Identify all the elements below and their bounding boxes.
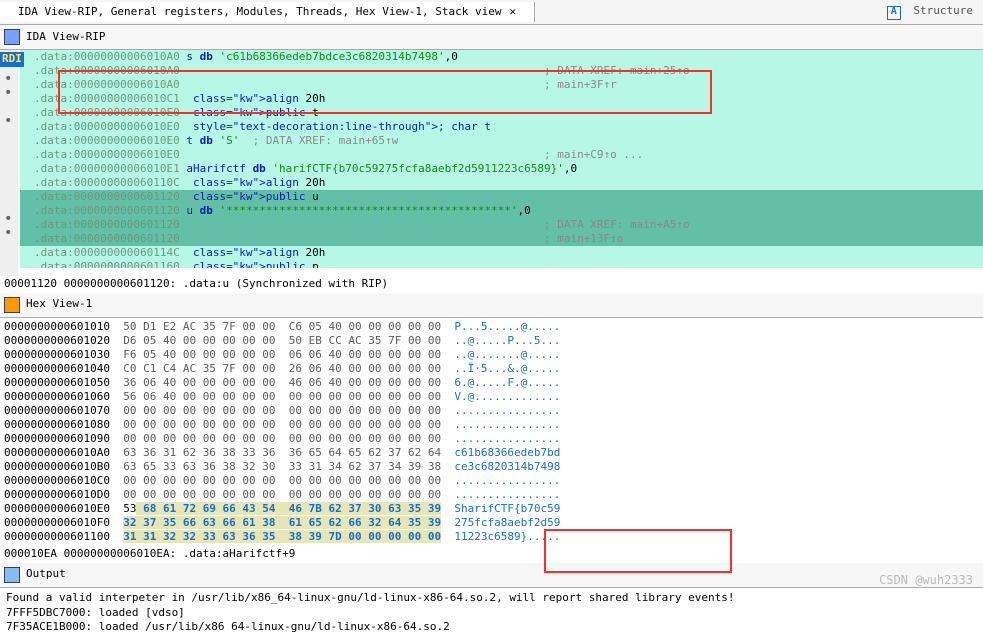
hex-row[interactable]: 0000000000601060 56 06 40 00 00 00 00 00… <box>4 390 979 404</box>
hex-row[interactable]: 00000000006010A0 63 36 31 62 36 38 33 36… <box>4 446 979 460</box>
ida-row[interactable]: .data:0000000000601120 class="kw">public… <box>20 190 983 204</box>
hex-row[interactable]: 0000000000601070 00 00 00 00 00 00 00 00… <box>4 404 979 418</box>
hex-row[interactable]: 00000000006010F0 32 37 35 66 63 66 61 38… <box>4 516 979 530</box>
tab-structures-label: Structure <box>913 4 973 17</box>
ida-row[interactable]: .data:00000000006010E0 class="kw">public… <box>20 106 983 120</box>
output-header: Output <box>0 563 983 588</box>
tab-structures[interactable]: A Structure <box>877 1 983 23</box>
ida-view-header: IDA View-RIP <box>0 25 983 50</box>
hex-view[interactable]: 0000000000601010 50 D1 E2 AC 35 7F 00 00… <box>0 318 983 546</box>
ida-row[interactable]: .data:00000000006010A0 ; DATA XREF: main… <box>20 64 983 78</box>
hexview-header: Hex View-1 <box>0 293 983 318</box>
ida-icon <box>4 29 20 45</box>
ida-row[interactable]: .data:00000000006010E0 style="text-decor… <box>20 120 983 134</box>
hex-row[interactable]: 00000000006010E0 53 68 61 72 69 66 43 54… <box>4 502 979 516</box>
ida-row[interactable]: .data:000000000060110C class="kw">align … <box>20 176 983 190</box>
ida-row[interactable]: .data:00000000006010A0 ; main+3F↑r <box>20 78 983 92</box>
side-markers: •••••• <box>4 72 10 276</box>
ida-view[interactable]: RDI •••••• .data:00000000006010A0 s db '… <box>0 50 983 276</box>
hex-row[interactable]: 0000000000601020 D6 05 40 00 00 00 00 00… <box>4 334 979 348</box>
structure-icon: A <box>887 6 901 20</box>
hex-row[interactable]: 0000000000601030 F6 05 40 00 00 00 00 00… <box>4 348 979 362</box>
ida-row[interactable]: .data:0000000000601120 u db '***********… <box>20 204 983 218</box>
hex-sync-line: 000010EA 00000000006010EA: .data:aHarifc… <box>0 546 983 563</box>
hex-row[interactable]: 0000000000601010 50 D1 E2 AC 35 7F 00 00… <box>4 320 979 334</box>
ida-row[interactable]: .data:00000000006010A0 s db 'c61b68366ed… <box>20 50 983 64</box>
ida-row[interactable]: .data:00000000006010E0 t db 'S' ; DATA X… <box>20 134 983 148</box>
output-icon <box>4 567 20 583</box>
hex-row[interactable]: 00000000006010D0 00 00 00 00 00 00 00 00… <box>4 488 979 502</box>
ida-row[interactable]: .data:0000000000601160 class="kw">public… <box>20 260 983 268</box>
tab-main[interactable]: IDA View-RIP, General registers, Modules… <box>0 2 535 23</box>
hex-row[interactable]: 0000000000601090 00 00 00 00 00 00 00 00… <box>4 432 979 446</box>
hexview-title: Hex View-1 <box>26 297 92 312</box>
hex-row[interactable]: 0000000000601040 C0 C1 C4 AC 35 7F 00 00… <box>4 362 979 376</box>
tab-main-label: IDA View-RIP, General registers, Modules… <box>18 5 501 20</box>
hex-row[interactable]: 00000000006010C0 00 00 00 00 00 00 00 00… <box>4 474 979 488</box>
ida-row[interactable]: .data:00000000006010E0 ; main+C9↑o ... <box>20 148 983 162</box>
hex-row[interactable]: 0000000000601100 31 31 32 32 33 63 36 35… <box>4 530 979 544</box>
output-title: Output <box>26 567 66 582</box>
watermark: CSDN @wuh2333 <box>879 572 973 588</box>
ida-lines[interactable]: .data:00000000006010A0 s db 'c61b68366ed… <box>20 50 983 268</box>
ida-view-title: IDA View-RIP <box>26 30 105 45</box>
ida-row[interactable]: .data:00000000006010C1 class="kw">align … <box>20 92 983 106</box>
ida-row[interactable]: .data:0000000000601120 ; main+13F↑o <box>20 232 983 246</box>
ida-sync-line: 00001120 0000000000601120: .data:u (Sync… <box>0 276 983 293</box>
hex-row[interactable]: 00000000006010B0 63 65 33 63 36 38 32 30… <box>4 460 979 474</box>
tab-bar: IDA View-RIP, General registers, Modules… <box>0 0 983 25</box>
hex-icon <box>4 297 20 313</box>
ida-row[interactable]: .data:0000000000601120 ; DATA XREF: main… <box>20 218 983 232</box>
output-panel[interactable]: Found a valid interpeter in /usr/lib/x86… <box>0 588 983 638</box>
ida-sidebar: RDI •••••• <box>0 50 18 276</box>
ida-row[interactable]: .data:000000000060114C class="kw">align … <box>20 246 983 260</box>
ida-row[interactable]: .data:00000000006010E1 aHarifctf db 'har… <box>20 162 983 176</box>
hex-row[interactable]: 0000000000601080 00 00 00 00 00 00 00 00… <box>4 418 979 432</box>
hex-row[interactable]: 0000000000601050 36 06 40 00 00 00 00 00… <box>4 376 979 390</box>
close-icon[interactable]: ✕ <box>509 5 516 20</box>
